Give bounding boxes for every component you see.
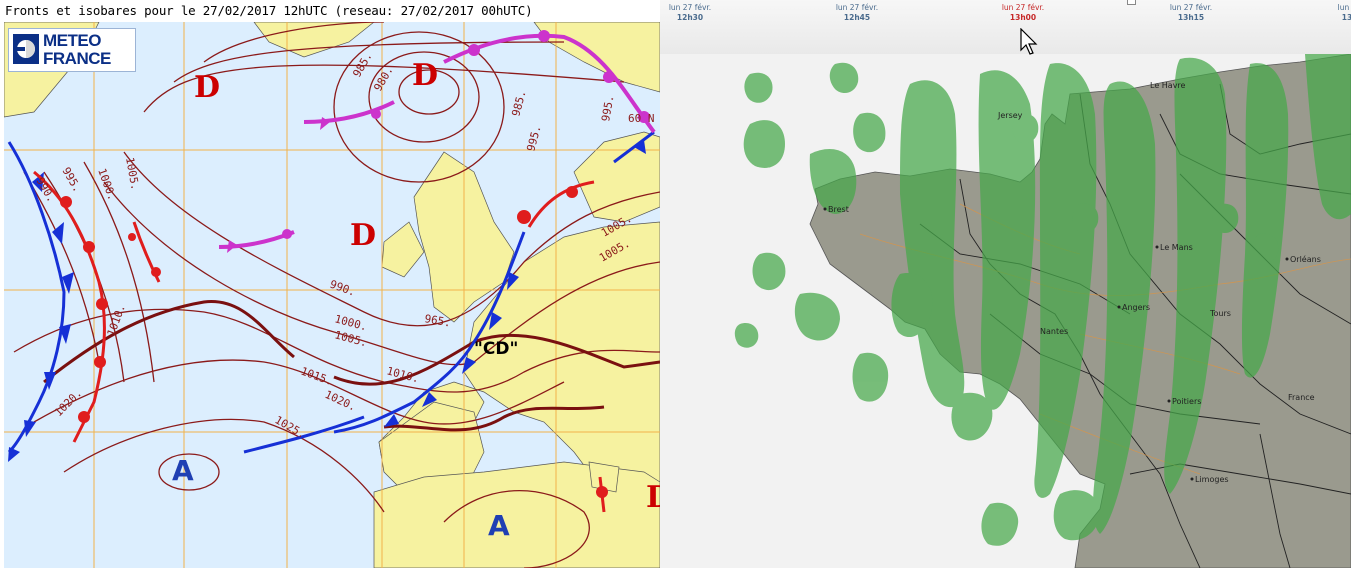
meteo-france-logo: METEO FRANCE (8, 28, 136, 72)
cd-annotation: "CD" (474, 339, 518, 359)
high-pressure-center: A (488, 509, 510, 542)
isobar-label: 60 N (628, 112, 655, 125)
city-label: Orléans (1290, 254, 1321, 264)
radar-map[interactable]: Brest Le Mans Angers Poitiers Limoges Or… (660, 54, 1351, 568)
low-pressure-center: D (412, 58, 438, 93)
logo-text-line1: METEO (43, 31, 101, 50)
isobar-map: 990. 995. 1000. 1005. 1005. 1010. 980. 9… (4, 22, 660, 568)
city-label: Le Mans (1160, 243, 1193, 252)
timeline-handle[interactable] (1127, 0, 1136, 5)
timeline-tick-current[interactable]: lun 27 févr. 13h00 (978, 3, 1068, 23)
city-label: Tours (1209, 309, 1231, 318)
city-label: Limoges (1195, 475, 1229, 484)
low-pressure-center: D (194, 70, 220, 105)
city-label: Le Havre (1150, 81, 1186, 90)
mouse-cursor-icon (1020, 28, 1038, 55)
city-label: Angers (1122, 303, 1150, 312)
city-label: Brest (828, 205, 849, 214)
timeline-bar[interactable]: lun 27 févr. 12h30 lun 27 févr. 12h45 lu… (660, 0, 1351, 55)
synoptic-chart-panel: Fronts et isobares pour le 27/02/2017 12… (0, 0, 660, 568)
logo-text-line2: FRANCE (43, 49, 111, 68)
city-label: Poitiers (1172, 397, 1201, 406)
timeline-tick[interactable]: lun 27 févr. 12h45 (812, 3, 902, 23)
timeline-tick[interactable]: lun 2 13 (1302, 3, 1351, 23)
radar-panel: lun 27 févr. 12h30 lun 27 févr. 12h45 lu… (660, 0, 1351, 568)
timeline-tick[interactable]: lun 27 févr. 13h15 (1146, 3, 1236, 23)
low-pressure-center: D (350, 218, 376, 253)
isobar-map-canvas: 990. 995. 1000. 1005. 1005. 1010. 980. 9… (4, 22, 660, 568)
city-label: Nantes (1040, 327, 1068, 336)
meteo-france-logo-icon (13, 34, 39, 64)
low-pressure-center: D (646, 480, 660, 515)
city-label: Jersey (997, 111, 1023, 120)
chart-title: Fronts et isobares pour le 27/02/2017 12… (5, 3, 533, 18)
high-pressure-center: A (172, 454, 194, 487)
timeline-tick[interactable]: lun 27 févr. 12h30 (660, 3, 735, 23)
city-label: France (1288, 393, 1315, 402)
